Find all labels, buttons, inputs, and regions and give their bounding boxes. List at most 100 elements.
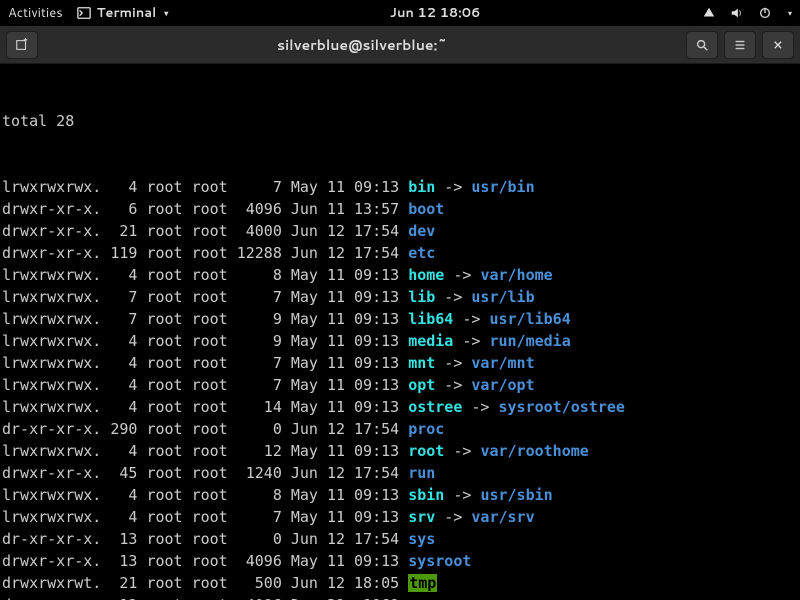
link-count: 13 — [101, 528, 137, 550]
time: 09:13 — [354, 440, 399, 462]
day: 11 — [327, 264, 345, 286]
symlink-target: var/home — [480, 266, 552, 284]
time: 17:54 — [354, 462, 399, 484]
hamburger-menu-button[interactable] — [724, 31, 756, 59]
day: 12 — [327, 572, 345, 594]
file-name: proc — [408, 420, 444, 438]
symlink-arrow: -> — [435, 178, 471, 196]
time: 13:57 — [354, 198, 399, 220]
symlink-arrow: -> — [453, 332, 489, 350]
perms: lrwxrwxrwx. — [2, 330, 101, 352]
day: 11 — [327, 176, 345, 198]
ls-row: lrwxrwxrwx.4 root root7 May 11 09:13 mnt… — [2, 352, 798, 374]
close-button[interactable]: × — [762, 31, 794, 59]
search-icon — [695, 38, 709, 52]
month: May — [291, 330, 318, 352]
time: 09:13 — [354, 308, 399, 330]
owner: root — [146, 418, 182, 440]
group: root — [192, 462, 228, 484]
month: Jun — [291, 528, 318, 550]
file-name: boot — [408, 200, 444, 218]
day: 11 — [327, 550, 345, 572]
month: May — [291, 484, 318, 506]
size: 9 — [228, 308, 282, 330]
time: 09:13 — [354, 550, 399, 572]
time: 09:13 — [354, 484, 399, 506]
ls-row: drwxr-xr-x.13 root root4096 May 11 09:13… — [2, 550, 798, 572]
day: 11 — [327, 484, 345, 506]
link-count: 6 — [101, 198, 137, 220]
app-menu[interactable]: Terminal ▾ — [77, 4, 169, 22]
activities-button[interactable]: Activities — [8, 4, 63, 22]
month: Jun — [291, 572, 318, 594]
ls-row: drwxrwxrwt.21 root root500 Jun 12 18:05 … — [2, 572, 798, 594]
owner: root — [146, 242, 182, 264]
month: May — [291, 506, 318, 528]
owner: root — [146, 462, 182, 484]
app-menu-label: Terminal — [97, 4, 157, 22]
owner: root — [146, 308, 182, 330]
month: May — [291, 286, 318, 308]
file-name: media — [408, 332, 453, 350]
time: 09:13 — [354, 286, 399, 308]
close-icon: × — [773, 37, 783, 53]
ls-listing: lrwxrwxrwx.4 root root7 May 11 09:13 bin… — [2, 176, 798, 600]
time: 18:05 — [354, 572, 399, 594]
group: root — [192, 418, 228, 440]
owner: root — [146, 550, 182, 572]
search-button[interactable] — [686, 31, 718, 59]
owner: root — [146, 374, 182, 396]
file-name: opt — [408, 376, 435, 394]
link-count: 45 — [101, 462, 137, 484]
time: 09:13 — [354, 176, 399, 198]
size: 14 — [228, 396, 282, 418]
link-count: 12 — [101, 594, 137, 600]
file-name: sysroot — [408, 552, 471, 570]
size: 12 — [228, 440, 282, 462]
perms: drwxrwxrwt. — [2, 572, 101, 594]
ls-row: drwxr-xr-x.45 root root1240 Jun 12 17:54… — [2, 462, 798, 484]
time: 17:54 — [354, 418, 399, 440]
new-tab-icon — [15, 38, 29, 52]
symlink-arrow: -> — [435, 508, 471, 526]
system-status-area[interactable]: ▾ — [702, 6, 792, 20]
size: 12288 — [228, 242, 282, 264]
new-tab-button[interactable] — [6, 31, 38, 59]
day: 11 — [327, 506, 345, 528]
ls-row: drwxr-xr-x.12 root root4096 Dec 31 1969 … — [2, 594, 798, 600]
day: 11 — [327, 286, 345, 308]
terminal-icon — [77, 6, 91, 20]
group: root — [192, 396, 228, 418]
day: 12 — [327, 220, 345, 242]
ls-row: lrwxrwxrwx.4 root root14 May 11 09:13 os… — [2, 396, 798, 418]
group: root — [192, 242, 228, 264]
ls-row: lrwxrwxrwx.4 root root12 May 11 09:13 ro… — [2, 440, 798, 462]
link-count: 21 — [101, 220, 137, 242]
perms: lrwxrwxrwx. — [2, 374, 101, 396]
group: root — [192, 550, 228, 572]
time: 17:54 — [354, 242, 399, 264]
group: root — [192, 352, 228, 374]
symlink-arrow: -> — [462, 398, 498, 416]
owner: root — [146, 264, 182, 286]
symlink-arrow: -> — [435, 288, 471, 306]
ls-row: dr-xr-xr-x.290 root root0 Jun 12 17:54 p… — [2, 418, 798, 440]
size: 7 — [228, 286, 282, 308]
perms: lrwxrwxrwx. — [2, 286, 101, 308]
terminal-viewport[interactable]: total 28 lrwxrwxrwx.4 root root7 May 11 … — [0, 64, 800, 600]
size: 0 — [228, 418, 282, 440]
owner: root — [146, 352, 182, 374]
owner: root — [146, 176, 182, 198]
file-name: bin — [408, 178, 435, 196]
ls-row: drwxr-xr-x.6 root root4096 Jun 11 13:57 … — [2, 198, 798, 220]
perms: dr-xr-xr-x. — [2, 418, 101, 440]
symlink-target: usr/sbin — [480, 486, 552, 504]
file-name: sbin — [408, 486, 444, 504]
file-name: etc — [408, 244, 435, 262]
perms: lrwxrwxrwx. — [2, 176, 101, 198]
month: May — [291, 264, 318, 286]
size: 4000 — [228, 220, 282, 242]
size: 9 — [228, 330, 282, 352]
group: root — [192, 440, 228, 462]
clock[interactable]: Jun 12 18:06 — [168, 4, 702, 22]
